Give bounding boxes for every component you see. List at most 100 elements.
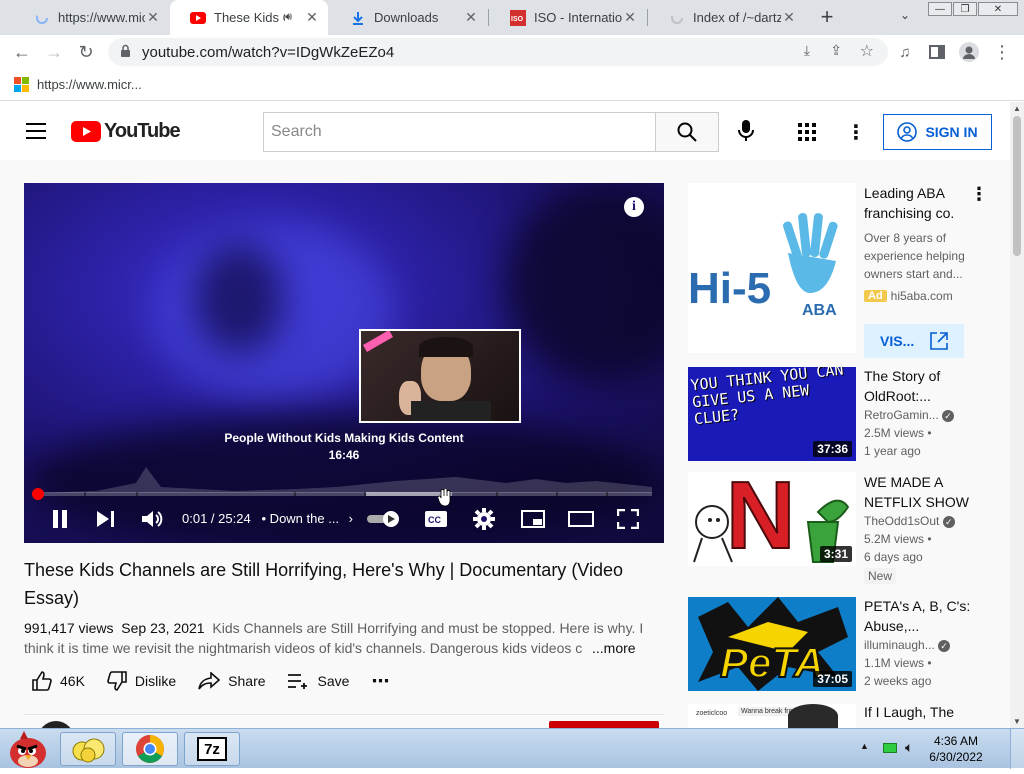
chapter-title[interactable]: • Down the ... xyxy=(262,511,340,526)
settings-button[interactable] xyxy=(472,508,496,530)
youtube-logo[interactable]: YouTube xyxy=(71,120,181,143)
ad-badge: Ad xyxy=(864,290,887,302)
taskbar-app-chrome[interactable] xyxy=(122,732,178,766)
ad-cta-label: VIS... xyxy=(880,333,915,349)
channel-name[interactable]: RetroGamin... xyxy=(864,408,939,422)
scroll-up-arrow-icon[interactable]: ▲ xyxy=(1013,104,1021,113)
speaker-icon[interactable]: 🔊︎ xyxy=(285,11,292,24)
tab-iso[interactable]: ISO ISO - Internation ✕ xyxy=(490,0,646,35)
volume-tray-icon[interactable]: 🔈︎ xyxy=(905,739,913,756)
miniplayer-button[interactable] xyxy=(520,508,546,530)
related-thumbnail[interactable]: N 3:31 xyxy=(688,472,856,566)
pause-button[interactable] xyxy=(50,508,70,530)
save-label: Save xyxy=(317,673,350,689)
ad-info[interactable]: Leading ABA franchising co. Over 8 years… xyxy=(864,183,974,303)
address-bar[interactable]: youtube.com/watch?v=IDgWkZeEZo4 ⤓ ⇪ ☆ xyxy=(108,38,888,66)
profile-icon[interactable] xyxy=(957,40,981,64)
side-panel-icon[interactable] xyxy=(925,40,949,64)
playlist-add-icon xyxy=(287,674,307,689)
taskbar-app-yellow[interactable] xyxy=(60,732,116,766)
bookmark-link[interactable]: https://www.micr... xyxy=(37,77,142,92)
volume-button[interactable] xyxy=(142,508,164,530)
hamburger-menu-icon[interactable] xyxy=(26,123,46,139)
star-icon[interactable]: ☆ xyxy=(860,41,874,61)
video-player[interactable]: i People Without Kids Making Kids Conten… xyxy=(24,183,664,543)
taskbar-app-7zip[interactable]: 7z xyxy=(184,732,240,766)
back-arrow-icon[interactable]: ← xyxy=(10,40,34,64)
tab-microsoft[interactable]: https://www.mic ✕ xyxy=(14,0,169,35)
battery-icon[interactable] xyxy=(883,743,897,753)
fullscreen-button[interactable] xyxy=(616,508,640,530)
miniplayer-icon xyxy=(521,510,545,528)
next-button[interactable] xyxy=(96,508,116,530)
page-scrollbar[interactable]: ▲ ▼ xyxy=(1010,102,1024,728)
tab-search-button[interactable]: ⌄ xyxy=(895,8,915,28)
related-info[interactable]: The Story of OldRoot:... RetroGamin... ✓… xyxy=(864,366,974,460)
progress-bar[interactable] xyxy=(32,488,652,500)
close-icon[interactable]: ✕ xyxy=(145,9,161,26)
related-title: If I Laugh, The xyxy=(864,704,955,720)
related-thumbnail[interactable]: PeTA 37:05 xyxy=(688,597,856,691)
related-info[interactable]: PETA's A, B, C's: Abuse,... illuminaugh.… xyxy=(864,596,974,690)
thumbnail-text: YOU THINK YOU CAN GIVE US A NEW CLUE? xyxy=(689,367,845,429)
search-button[interactable] xyxy=(655,112,719,152)
clock-time: 4:36 AM xyxy=(933,734,979,748)
microphone-icon[interactable] xyxy=(737,120,755,147)
tab-downloads[interactable]: Downloads ✕ xyxy=(330,0,487,35)
start-button[interactable] xyxy=(2,729,54,769)
forward-arrow-icon[interactable]: → xyxy=(42,40,66,64)
iso-icon: ISO xyxy=(510,9,526,26)
share-icon xyxy=(198,672,221,690)
video-description[interactable]: 991,417 views Sep 23, 2021 Kids Channels… xyxy=(24,618,644,658)
related-thumbnail[interactable]: YOU THINK YOU CAN GIVE US A NEW CLUE? 37… xyxy=(688,367,856,461)
related-info[interactable]: If I Laugh, The xyxy=(864,702,974,722)
media-control-icon[interactable]: ♫ xyxy=(893,40,917,64)
taskbar-clock[interactable]: 4:36 AM 6/30/2022 xyxy=(916,733,996,765)
apps-grid-icon[interactable] xyxy=(798,123,816,146)
show-desktop-button[interactable] xyxy=(1010,729,1024,769)
restore-button[interactable]: ❐ xyxy=(953,2,977,16)
close-icon[interactable]: ✕ xyxy=(304,9,320,26)
ad-visit-button[interactable]: VIS... xyxy=(864,324,964,358)
dislike-button[interactable]: Dislike xyxy=(107,671,176,691)
avatar[interactable] xyxy=(38,721,74,728)
close-window-button[interactable]: ✕ xyxy=(978,2,1018,16)
show-more-link[interactable]: ...more xyxy=(588,638,636,658)
chevron-right-icon[interactable]: › xyxy=(349,511,353,526)
ad-kebab-icon[interactable]: ⋮ xyxy=(970,184,988,205)
close-icon[interactable]: ✕ xyxy=(781,9,797,26)
autoplay-toggle[interactable] xyxy=(367,508,403,530)
ad-thumbnail[interactable]: Hi-5 ABA xyxy=(688,183,856,353)
install-icon[interactable]: ⤓ xyxy=(804,42,810,59)
like-button[interactable]: 46K xyxy=(32,671,85,691)
close-icon[interactable]: ✕ xyxy=(622,9,638,26)
share-icon[interactable]: ⇪ xyxy=(830,42,842,59)
theater-mode-button[interactable] xyxy=(567,508,595,530)
save-button[interactable]: Save xyxy=(287,673,350,689)
search-input[interactable]: Search xyxy=(263,112,656,152)
info-icon[interactable]: i xyxy=(624,197,644,217)
related-thumbnail[interactable]: zoeticlcoo Wanna break from the ads? xyxy=(688,704,856,728)
subscribe-button[interactable] xyxy=(549,721,659,728)
kebab-menu-icon[interactable]: ⋮ xyxy=(990,40,1014,64)
share-button[interactable]: Share xyxy=(198,672,266,690)
ad-title: Leading ABA franchising co. xyxy=(864,185,955,221)
reload-icon[interactable]: ↻ xyxy=(74,40,98,64)
tab-index[interactable]: Index of /~dartz ✕ xyxy=(649,0,805,35)
scrubber-handle[interactable] xyxy=(32,488,44,500)
channel-name[interactable]: illuminaugh... xyxy=(864,638,935,652)
sign-in-button[interactable]: SIGN IN xyxy=(883,114,992,150)
tab-youtube[interactable]: These Kids C 🔊︎ ✕ xyxy=(170,0,328,35)
more-actions-button[interactable]: ⋯ xyxy=(371,671,389,692)
loading-icon xyxy=(34,10,50,26)
show-hidden-icons[interactable]: ▲ xyxy=(860,741,869,751)
related-info[interactable]: WE MADE A NETFLIX SHOW TheOdd1sOut ✓ 5.2… xyxy=(864,472,974,585)
scroll-down-arrow-icon[interactable]: ▼ xyxy=(1013,717,1021,726)
close-icon[interactable]: ✕ xyxy=(463,9,479,26)
new-tab-button[interactable]: + xyxy=(815,6,839,30)
scrollbar-thumb[interactable] xyxy=(1013,116,1021,256)
channel-name[interactable]: TheOdd1sOut xyxy=(864,514,939,528)
related-channel: illuminaugh... ✓ xyxy=(864,636,974,654)
settings-kebab-icon[interactable]: ⋮ xyxy=(846,120,866,145)
minimize-button[interactable]: — xyxy=(928,2,952,16)
